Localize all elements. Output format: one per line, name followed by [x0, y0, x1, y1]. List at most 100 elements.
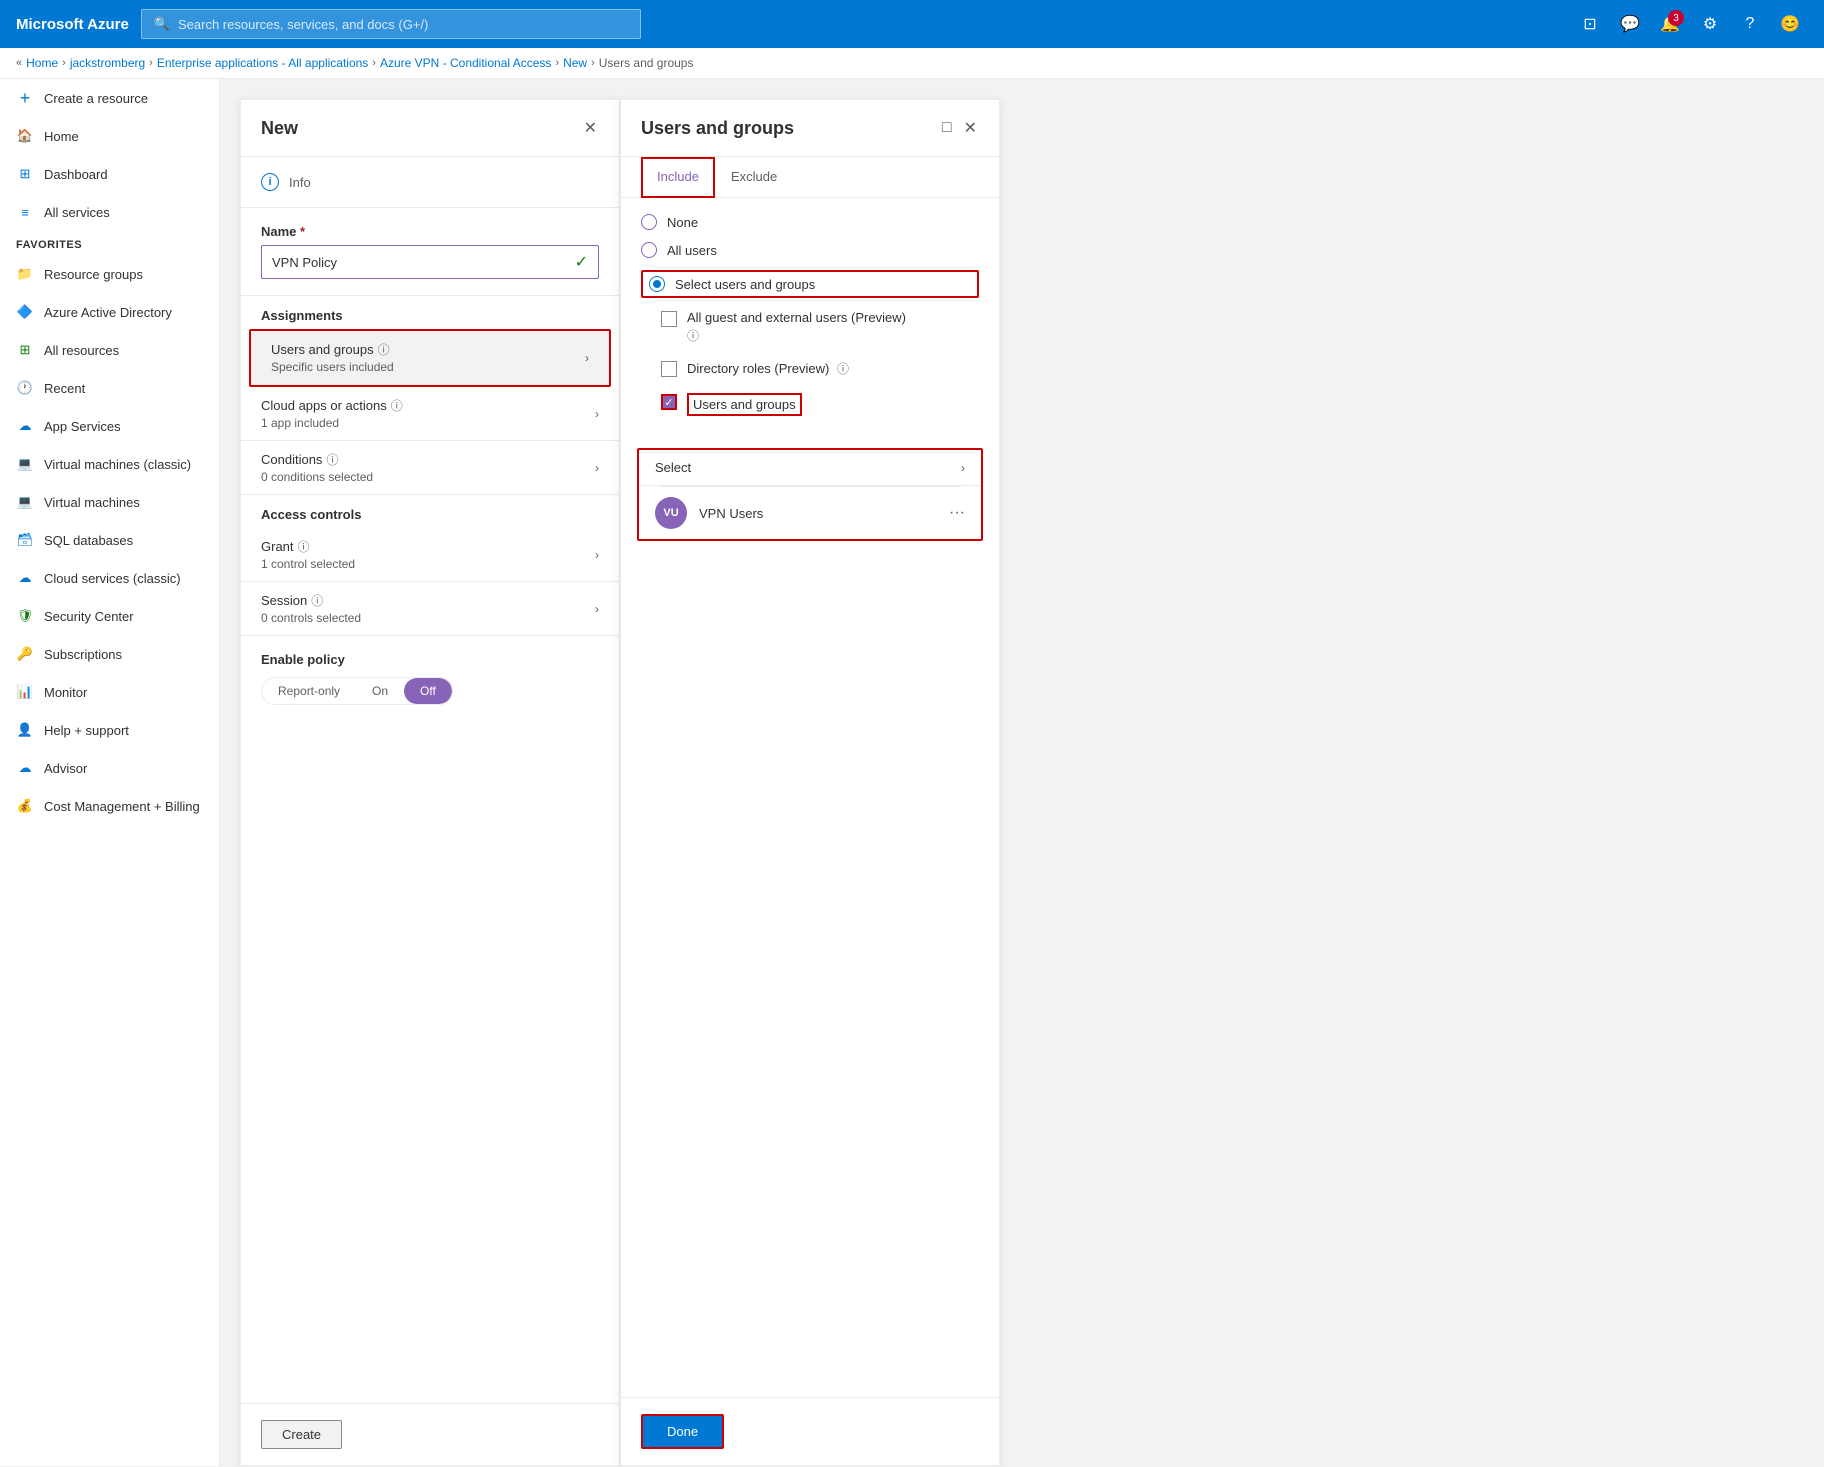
conditions-info-icon: ⓘ [326, 451, 338, 468]
conditions-row[interactable]: Conditions ⓘ 0 conditions selected › [241, 441, 619, 495]
sidebar-item-security[interactable]: 🛡 Security Center [0, 597, 219, 635]
checkbox-guest-external-label: All guest and external users (Preview) [687, 310, 906, 325]
grant-title: Grant ⓘ [261, 538, 595, 555]
breadcrumb-azure-vpn[interactable]: Azure VPN - Conditional Access [380, 56, 551, 70]
sidebar-item-all-services[interactable]: ≡ All services [0, 193, 219, 231]
subscriptions-icon: 🔑 [16, 645, 34, 663]
vm-icon: 💻 [16, 493, 34, 511]
sidebar-label-azure-ad: Azure Active Directory [44, 305, 172, 320]
breadcrumb-enterprise-apps[interactable]: Enterprise applications - All applicatio… [157, 56, 368, 70]
name-label: Name * [261, 224, 599, 239]
search-input[interactable] [178, 17, 628, 32]
search-box[interactable]: 🔍 [141, 9, 641, 39]
sidebar-item-home[interactable]: 🏠 Home [0, 117, 219, 155]
checkbox-users-groups-box[interactable] [661, 394, 677, 410]
all-services-icon: ≡ [16, 203, 34, 221]
sidebar-item-sql[interactable]: 🗃 SQL databases [0, 521, 219, 559]
assignments-box: Users and groups ⓘ Specific users includ… [249, 329, 611, 387]
sidebar-item-app-services[interactable]: ☁ App Services [0, 407, 219, 445]
sidebar-item-help[interactable]: 👤 Help + support [0, 711, 219, 749]
users-groups-info-icon: ⓘ [378, 341, 390, 358]
cost-management-icon: 💰 [16, 797, 34, 815]
vpn-users-more-icon[interactable]: ··· [949, 504, 965, 522]
breadcrumb: « Home › jackstromberg › Enterprise appl… [0, 48, 1824, 79]
enable-policy-toggle[interactable]: Report-only On Off [261, 677, 453, 705]
toggle-on[interactable]: On [356, 678, 404, 704]
radio-select-users-circle [649, 276, 665, 292]
checkbox-users-groups[interactable]: Users and groups [661, 393, 979, 416]
checkbox-directory-roles[interactable]: Directory roles (Preview) ⓘ [661, 360, 979, 377]
sidebar-create-resource[interactable]: + Create a resource [0, 79, 219, 117]
done-button[interactable]: Done [641, 1414, 724, 1449]
users-panel-close-button[interactable]: ✕ [962, 116, 979, 140]
create-button[interactable]: Create [261, 1420, 342, 1449]
breadcrumb-jackstromberg[interactable]: jackstromberg [70, 56, 145, 70]
users-panel-header: Users and groups □ ✕ [621, 100, 999, 157]
sidebar-label-monitor: Monitor [44, 685, 87, 700]
toggle-off[interactable]: Off [404, 678, 452, 704]
sidebar-item-vm[interactable]: 💻 Virtual machines [0, 483, 219, 521]
sidebar-item-azure-ad[interactable]: 🔷 Azure Active Directory [0, 293, 219, 331]
users-panel-expand-button[interactable]: □ [940, 117, 954, 139]
breadcrumb-collapse[interactable]: « [16, 57, 22, 69]
cloud-apps-info-icon: ⓘ [391, 397, 403, 414]
sidebar-item-recent[interactable]: 🕐 Recent [0, 369, 219, 407]
tab-include[interactable]: Include [641, 157, 715, 198]
sidebar-item-all-resources[interactable]: ⊞ All resources [0, 331, 219, 369]
cloud-shell-button[interactable]: ⊡ [1572, 6, 1608, 42]
radio-select-users[interactable]: Select users and groups [641, 270, 979, 298]
cloud-apps-subtitle: 1 app included [261, 416, 595, 430]
select-users-box: Select › VU VPN Users ··· [637, 448, 983, 541]
content-area: New ✕ i Info Name * VP [220, 79, 1824, 1466]
grant-row[interactable]: Grant ⓘ 1 control selected › [241, 528, 619, 582]
checkbox-directory-roles-label: Directory roles (Preview) ⓘ [687, 360, 849, 377]
sidebar-label-sql: SQL databases [44, 533, 133, 548]
new-panel-close-button[interactable]: ✕ [582, 116, 599, 140]
info-icon: i [261, 173, 279, 191]
users-panel: Users and groups □ ✕ Include Exclude Non… [620, 99, 1000, 1466]
sidebar-item-subscriptions[interactable]: 🔑 Subscriptions [0, 635, 219, 673]
vm-classic-icon: 💻 [16, 455, 34, 473]
notifications-button[interactable]: 🔔 3 [1652, 6, 1688, 42]
security-icon: 🛡 [16, 607, 34, 625]
grant-content: Grant ⓘ 1 control selected [261, 538, 595, 571]
sidebar-label-dashboard: Dashboard [44, 167, 108, 182]
breadcrumb-home[interactable]: Home [26, 56, 58, 70]
home-icon: 🏠 [16, 127, 34, 145]
name-input-display[interactable]: VPN Policy ✓ [261, 245, 599, 279]
favorites-header: FAVORITES [0, 231, 219, 255]
checkbox-guest-external[interactable]: All guest and external users (Preview) ⓘ [661, 310, 979, 344]
tab-exclude[interactable]: Exclude [715, 157, 793, 198]
checkbox-directory-roles-box[interactable] [661, 361, 677, 377]
sidebar-item-resource-groups[interactable]: 📁 Resource groups [0, 255, 219, 293]
account-button[interactable]: 😊 [1772, 6, 1808, 42]
toggle-report-only[interactable]: Report-only [262, 678, 356, 704]
session-row[interactable]: Session ⓘ 0 controls selected › [241, 582, 619, 636]
cloud-apps-row[interactable]: Cloud apps or actions ⓘ 1 app included › [241, 387, 619, 441]
sidebar-label-vm: Virtual machines [44, 495, 140, 510]
cloud-services-icon: ☁ [16, 569, 34, 587]
sidebar-item-cost-management[interactable]: 💰 Cost Management + Billing [0, 787, 219, 825]
sidebar-item-advisor[interactable]: ☁ Advisor [0, 749, 219, 787]
sql-icon: 🗃 [16, 531, 34, 549]
sidebar-label-home: Home [44, 129, 79, 144]
help-button[interactable]: ? [1732, 6, 1768, 42]
sidebar-item-vm-classic[interactable]: 💻 Virtual machines (classic) [0, 445, 219, 483]
settings-button[interactable]: ⚙ [1692, 6, 1728, 42]
search-icon: 🔍 [154, 16, 170, 32]
select-users-header[interactable]: Select › [639, 450, 981, 486]
checkbox-guest-external-box[interactable] [661, 311, 677, 327]
feedback-button[interactable]: 💬 [1612, 6, 1648, 42]
radio-none[interactable]: None [641, 214, 979, 230]
radio-all-users[interactable]: All users [641, 242, 979, 258]
users-groups-row[interactable]: Users and groups ⓘ Specific users includ… [251, 331, 609, 385]
conditions-title: Conditions ⓘ [261, 451, 595, 468]
checkbox-directory-roles-content: Directory roles (Preview) ⓘ [687, 360, 849, 377]
new-panel: New ✕ i Info Name * VP [240, 99, 620, 1466]
sidebar-item-dashboard[interactable]: ⊞ Dashboard [0, 155, 219, 193]
breadcrumb-new[interactable]: New [563, 56, 587, 70]
sidebar-item-monitor[interactable]: 📊 Monitor [0, 673, 219, 711]
sidebar-item-cloud-services[interactable]: ☁ Cloud services (classic) [0, 559, 219, 597]
help-support-icon: 👤 [16, 721, 34, 739]
users-tabs: Include Exclude [621, 157, 999, 198]
